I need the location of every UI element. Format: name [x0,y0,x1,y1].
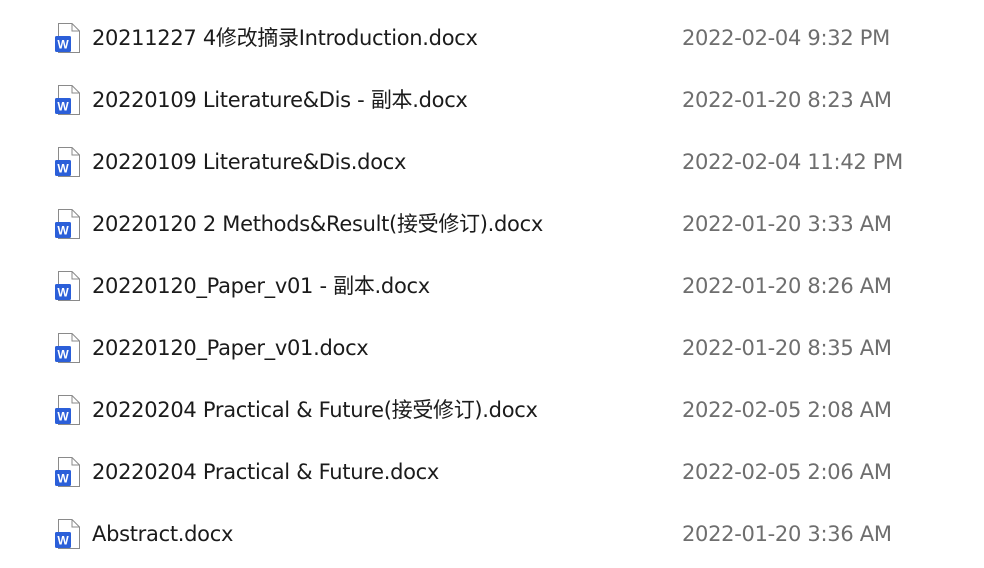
word-docx-icon: W [54,457,82,487]
file-date-modified: 2022-02-04 9:32 PM [682,26,890,50]
file-name: 20220120_Paper_v01.docx [92,336,369,360]
file-row[interactable]: W 20220204 Practical & Future(接受修订).docx… [0,379,984,441]
svg-text:W: W [57,534,69,548]
file-date-modified: 2022-01-20 3:36 AM [682,522,892,546]
file-row[interactable]: W 20220204 Practical & Future.docx 2022-… [0,441,984,503]
file-name: 20220204 Practical & Future(接受修订).docx [92,398,538,422]
word-docx-icon: W [54,271,82,301]
svg-text:W: W [57,224,69,238]
file-name: 20220120_Paper_v01 - 副本.docx [92,274,430,298]
svg-text:W: W [57,286,69,300]
svg-text:W: W [57,38,69,52]
svg-text:W: W [57,348,69,362]
file-name: 20220109 Literature&Dis.docx [92,150,407,174]
file-name: Abstract.docx [92,522,234,546]
file-date-modified: 2022-02-05 2:06 AM [682,460,892,484]
word-docx-icon: W [54,395,82,425]
svg-text:W: W [57,162,69,176]
word-docx-icon: W [54,147,82,177]
word-docx-icon: W [54,333,82,363]
file-row[interactable]: W 20220120_Paper_v01.docx 2022-01-20 8:3… [0,317,984,379]
svg-text:W: W [57,472,69,486]
word-docx-icon: W [54,23,82,53]
file-row[interactable]: W 20220120_Paper_v01 - 副本.docx 2022-01-2… [0,255,984,317]
file-list: W 20211227 4修改摘录Introduction.docx 2022-0… [0,0,984,568]
file-name: 20220120 2 Methods&Result(接受修订).docx [92,212,543,236]
file-row[interactable]: W Abstract.docx 2022-01-20 3:36 AM [0,503,984,565]
file-date-modified: 2022-01-20 8:35 AM [682,336,892,360]
word-docx-icon: W [54,85,82,115]
file-name: 20220109 Literature&Dis - 副本.docx [92,88,468,112]
file-date-modified: 2022-02-04 11:42 PM [682,150,903,174]
file-date-modified: 2022-01-20 8:26 AM [682,274,892,298]
file-date-modified: 2022-02-05 2:08 AM [682,398,892,422]
svg-text:W: W [57,410,69,424]
file-row[interactable]: W 20211227 4修改摘录Introduction.docx 2022-0… [0,7,984,69]
svg-text:W: W [57,100,69,114]
file-name: 20211227 4修改摘录Introduction.docx [92,26,478,50]
file-row[interactable]: W 20220120 2 Methods&Result(接受修订).docx 2… [0,193,984,255]
file-date-modified: 2022-01-20 8:23 AM [682,88,892,112]
file-row[interactable]: W 20220109 Literature&Dis.docx 2022-02-0… [0,131,984,193]
word-docx-icon: W [54,519,82,549]
file-row[interactable]: W 20220109 Literature&Dis - 副本.docx 2022… [0,69,984,131]
word-docx-icon: W [54,209,82,239]
file-date-modified: 2022-01-20 3:33 AM [682,212,892,236]
file-name: 20220204 Practical & Future.docx [92,460,440,484]
